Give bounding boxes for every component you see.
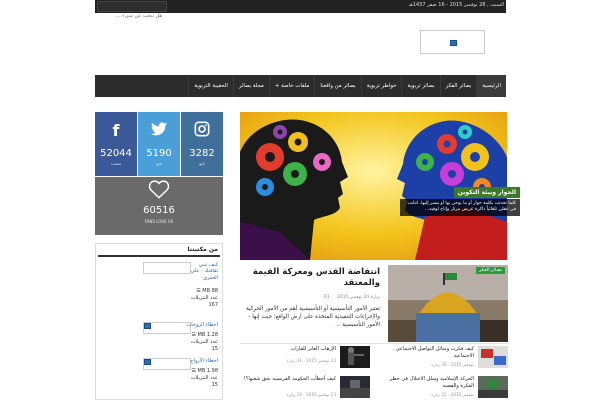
twitter-icon	[138, 121, 180, 141]
fans-count: 60516	[143, 205, 175, 216]
book-title[interactable]: أخطاء الأزواج	[184, 358, 218, 364]
twitter-counter[interactable]: 5190 تابع	[138, 112, 180, 176]
article-title[interactable]: كيف فكرت وسائل التواصل الاجتماعي الاجتما…	[379, 346, 474, 360]
featured-article-meta: 61 زيارة 24 نوفمبر 2015	[240, 295, 380, 300]
facebook-label: معجب	[110, 161, 122, 166]
heart-icon	[95, 179, 223, 204]
book-downloads-label: عدد التنزيلات	[190, 295, 218, 301]
library-widget: من مكتبتنا كيف تبني ثقافتك - علي العمري …	[95, 243, 223, 400]
slider-caption-title[interactable]: الحوار وبيئة التكوين	[453, 187, 520, 198]
broken-image-icon	[450, 40, 457, 46]
header-banner[interactable]	[420, 30, 485, 54]
nav-item-special-files[interactable]: ملفات خاصة +	[268, 75, 315, 97]
article-title[interactable]: كيف أخطأت الحكومة الفرنسية بحق شعبها؟!	[241, 376, 336, 383]
nav-item-thought[interactable]: بصائر الفكر	[439, 75, 477, 97]
article-title[interactable]: الإرهاب العابر للقارات	[241, 346, 336, 353]
instagram-counter[interactable]: 3282 تابع	[181, 112, 223, 176]
twitter-count: 5190	[146, 148, 172, 159]
instagram-icon	[181, 121, 223, 141]
top-bar: السبت , 28 نوفمبر 2015 - 16 صفر 1437هـ	[95, 0, 506, 21]
instagram-count: 3282	[189, 148, 215, 159]
nav-item-reflections[interactable]: خواطر تربوية	[360, 75, 402, 97]
book-downloads: 15	[211, 382, 218, 388]
twitter-label: تابع	[156, 161, 162, 166]
fans-counter: 60516 FANS LOVE US	[95, 177, 223, 235]
library-book[interactable]: أخطاء الأزواج MB 1.98 ☰ عدد التنزيلات 15	[100, 358, 220, 408]
article-title[interactable]: الحركة الإسلامية وشلل الاحتلال في حظر ال…	[379, 376, 474, 390]
article-item[interactable]: كيف أخطأت الحكومة الفرنسية بحق شعبها؟! 2…	[240, 376, 370, 400]
facebook-icon: f	[112, 121, 120, 140]
book-size: MB 88 ☰	[196, 288, 218, 294]
dome-image	[388, 265, 508, 342]
article-thumbnail	[478, 346, 508, 368]
nav-item-magazine[interactable]: مجلة بصائر	[232, 75, 269, 97]
category-tag[interactable]: بصائر الفكر	[476, 267, 505, 274]
featured-article-title[interactable]: انتفاضة القدس ومعركة القيمة والمعتقد	[240, 267, 380, 289]
article-thumbnail	[340, 376, 370, 398]
article-date: 24 نوفمبر 2015	[337, 295, 370, 300]
nav-item-toolkit[interactable]: الحقيبة التربوية	[188, 75, 233, 97]
featured-article-excerpt: تعتبر الأمور التأسيسية أو التأسيسية أهم …	[245, 306, 380, 329]
book-downloads: 167	[208, 302, 218, 308]
library-book[interactable]: كيف تبني ثقافتك - علي العمري MB 88 ☰ عدد…	[100, 262, 220, 312]
section-divider	[240, 343, 507, 344]
facebook-counter[interactable]: f 52044 معجب	[95, 112, 137, 176]
book-downloads: 15	[211, 346, 218, 352]
facebook-count: 52044	[100, 148, 132, 159]
article-thumbnail	[340, 346, 370, 368]
book-downloads-label: عدد التنزيلات	[190, 375, 218, 381]
library-divider	[98, 255, 220, 257]
featured-article-image[interactable]: بصائر الفكر	[388, 265, 508, 342]
featured-slider[interactable]	[240, 112, 507, 260]
current-date: السبت , 28 نوفمبر 2015 - 16 صفر 1437هـ	[408, 2, 504, 8]
article-meta: نوفمبر 2015 · 22 زيارة	[431, 392, 474, 397]
book-title[interactable]: كيف تبني ثقافتك - علي العمري	[184, 262, 218, 281]
slider-caption[interactable]: الحوار وبيئة التكوين كلما تحدثت بكلمة حو…	[350, 187, 520, 221]
article-thumbnail	[478, 376, 508, 398]
article-meta: 23 نوفمبر 2015 · 24 زيارة	[286, 392, 336, 397]
broken-image-icon	[144, 359, 151, 365]
nav-item-home[interactable]: الرئيسية	[476, 75, 506, 97]
slider-image	[240, 112, 507, 260]
fans-label: FANS LOVE US	[144, 219, 174, 224]
nav-item-educational[interactable]: بصائر تربوية	[401, 75, 439, 97]
book-title[interactable]: أخطاء الزوجات	[184, 322, 218, 328]
nav-item-reality[interactable]: بصائر من واقعنا	[314, 75, 360, 97]
book-size: MB 1.28 ☰	[191, 332, 218, 338]
book-size: MB 1.98 ☰	[191, 368, 218, 374]
library-heading: من مكتبتنا	[187, 246, 218, 253]
slider-caption-text: كلما تحدثت بكلمة حوار أو ما يوحي بها أو …	[400, 199, 520, 216]
search-box[interactable]	[97, 1, 167, 21]
book-downloads-label: عدد التنزيلات	[190, 339, 218, 345]
main-nav: الرئيسية بصائر الفكر بصائر تربوية خواطر …	[95, 75, 506, 97]
search-input[interactable]	[98, 11, 166, 21]
article-item[interactable]: الإرهاب العابر للقارات 23 نوفمبر 2015 · …	[240, 346, 370, 370]
article-item[interactable]: الحركة الإسلامية وشلل الاحتلال في حظر ال…	[378, 376, 508, 400]
broken-image-icon	[144, 323, 151, 329]
article-item[interactable]: كيف فكرت وسائل التواصل الاجتماعي الاجتما…	[378, 346, 508, 372]
article-meta: 23 نوفمبر 2015 · 31 زيارة	[286, 358, 336, 363]
article-meta: نوفمبر 2015 · 26 زيارة	[431, 362, 474, 367]
instagram-label: تابع	[199, 161, 205, 166]
